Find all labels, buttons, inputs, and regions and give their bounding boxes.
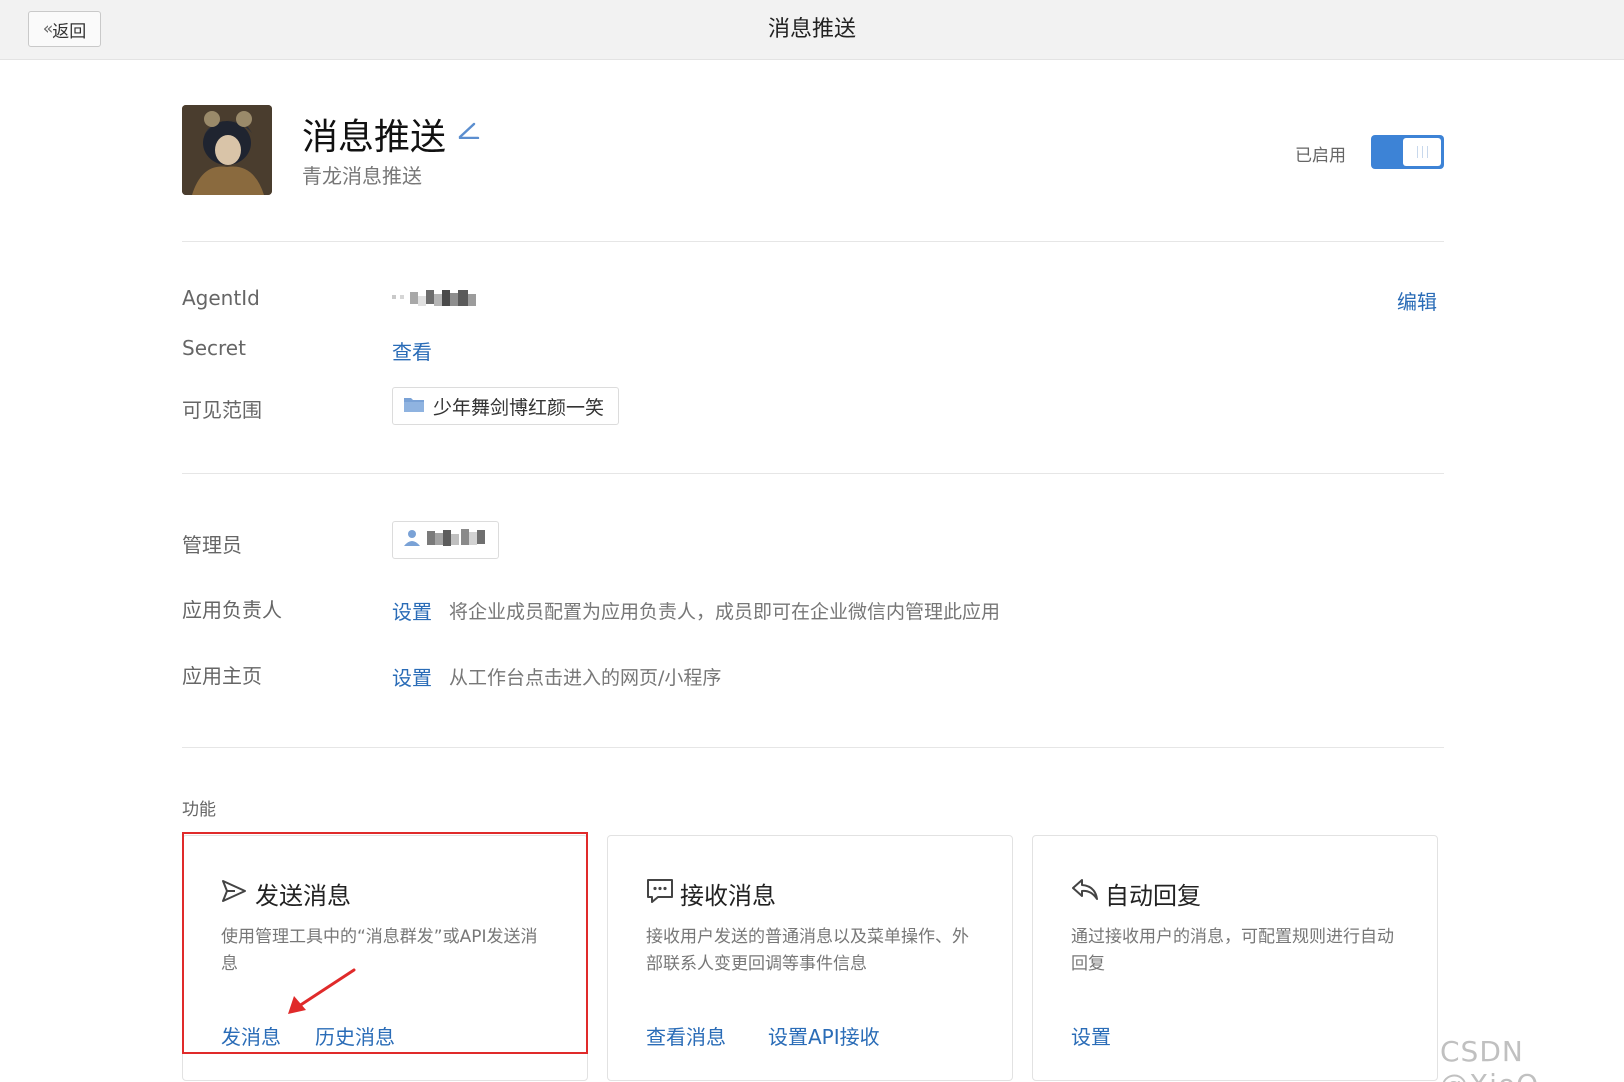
admin-name-redacted — [427, 527, 489, 554]
send-message-card: 发送消息 使用管理工具中的“消息群发”或API发送消息 发消息 历史消息 — [182, 835, 588, 1081]
view-secret-link[interactable]: 查看 — [392, 336, 432, 365]
visibility-label: 可见范围 — [182, 398, 262, 422]
top-bar: ‹‹ 返回 消息推送 — [0, 0, 1624, 60]
page-title: 消息推送 — [767, 17, 856, 42]
visibility-chip[interactable]: 少年舞剑博红颜一笑 — [392, 387, 619, 425]
receive-message-card: 接收消息 接收用户发送的普通消息以及菜单操作、外部联系人变更回调等事件信息 查看… — [607, 835, 1013, 1081]
watermark: CSDN @XioQ — [1440, 1035, 1538, 1082]
toggle-knob — [1403, 138, 1441, 166]
user-icon — [403, 529, 421, 552]
owner-hint: 将企业成员配置为应用负责人，成员即可在企业微信内管理此应用 — [449, 601, 1001, 623]
history-messages-link[interactable]: 历史消息 — [315, 1021, 395, 1050]
auto-reply-card: 自动回复 通过接收用户的消息，可配置规则进行自动回复 设置 — [1032, 835, 1438, 1081]
admin-chip[interactable] — [392, 521, 499, 559]
admin-label: 管理员 — [182, 533, 242, 557]
app-avatar — [182, 105, 272, 195]
divider — [182, 241, 1444, 242]
features-section-label: 功能 — [182, 800, 216, 820]
visibility-value: 少年舞剑博红颜一笑 — [433, 396, 605, 419]
card-title: 自动回复 — [1105, 882, 1201, 910]
app-description: 青龙消息推送 — [302, 164, 422, 188]
arrow-annotation — [282, 966, 362, 1020]
owner-setting-link[interactable]: 设置 — [392, 596, 432, 625]
agentid-value-redacted — [392, 288, 480, 314]
view-messages-link[interactable]: 查看消息 — [646, 1021, 726, 1050]
card-description: 通过接收用户的消息，可配置规则进行自动回复 — [1071, 927, 1394, 974]
homepage-setting-link[interactable]: 设置 — [392, 662, 432, 691]
enable-toggle[interactable] — [1371, 135, 1444, 169]
card-title: 发送消息 — [255, 882, 351, 910]
card-description: 接收用户发送的普通消息以及菜单操作、外部联系人变更回调等事件信息 — [646, 927, 969, 974]
agentid-label: AgentId — [182, 286, 260, 310]
owner-label: 应用负责人 — [182, 598, 282, 622]
send-message-link[interactable]: 发消息 — [221, 1021, 281, 1050]
card-title: 接收消息 — [680, 882, 776, 910]
homepage-hint: 从工作台点击进入的网页/小程序 — [449, 667, 722, 689]
send-icon — [221, 878, 247, 908]
edit-button[interactable]: 编辑 — [1397, 286, 1437, 315]
app-name: 消息推送 — [302, 117, 447, 158]
setup-api-receive-link[interactable]: 设置API接收 — [768, 1021, 880, 1050]
auto-reply-setting-link[interactable]: 设置 — [1071, 1021, 1111, 1050]
secret-label: Secret — [182, 336, 246, 360]
card-description: 使用管理工具中的“消息群发”或API发送消息 — [221, 927, 538, 974]
reply-icon — [1071, 878, 1099, 906]
pencil-edit-icon[interactable] — [458, 121, 480, 143]
chat-bubble-icon — [646, 878, 674, 908]
homepage-label: 应用主页 — [182, 664, 262, 688]
status-label: 已启用 — [1295, 146, 1346, 166]
folder-icon — [403, 395, 425, 418]
divider — [182, 747, 1444, 748]
divider — [182, 473, 1444, 474]
